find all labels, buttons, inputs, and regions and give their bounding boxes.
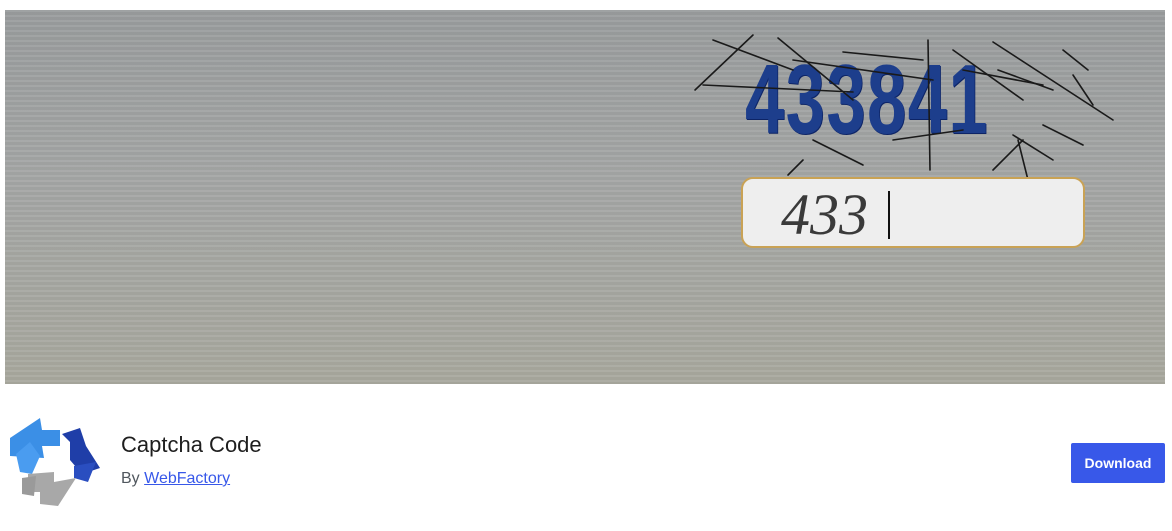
plugin-arrows-icon bbox=[10, 418, 100, 506]
author-link[interactable]: WebFactory bbox=[144, 470, 230, 487]
captcha-answer-field: 433 bbox=[741, 177, 1085, 248]
plugin-author-line: By WebFactory bbox=[121, 470, 230, 488]
captcha-image: 433841 bbox=[693, 30, 1133, 200]
plugin-name: Captcha Code bbox=[121, 432, 262, 457]
captcha-typed-value: 433 bbox=[781, 182, 868, 247]
by-label: By bbox=[121, 470, 140, 487]
download-button[interactable]: Download bbox=[1071, 443, 1165, 483]
captcha-noise-lines bbox=[694, 34, 1114, 181]
text-caret bbox=[888, 191, 890, 239]
